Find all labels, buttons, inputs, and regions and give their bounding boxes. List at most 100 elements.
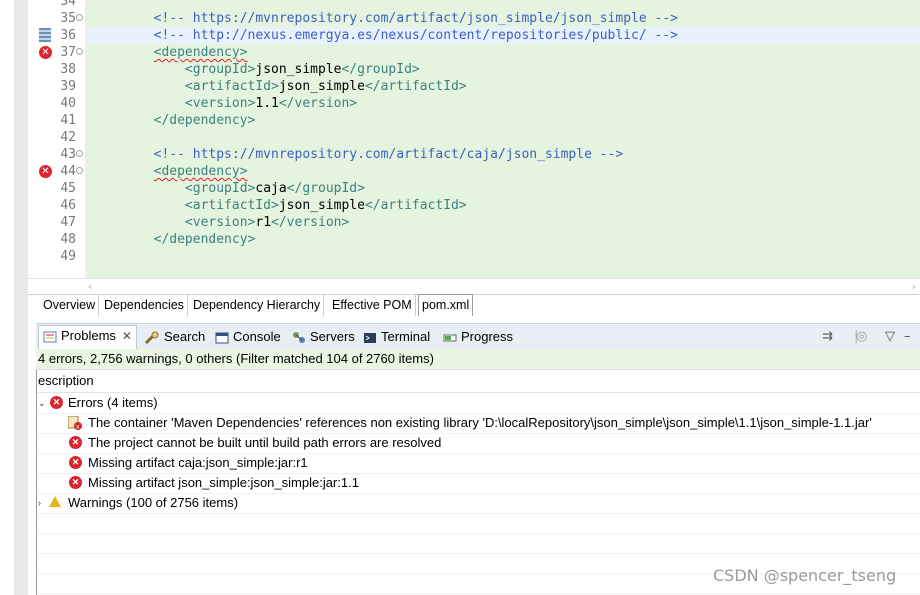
scroll-left-icon[interactable]: ‹ <box>88 279 92 295</box>
code-line[interactable]: 46 <artifactId>json_simple</artifactId> <box>28 197 920 214</box>
view-menu-icon[interactable]: ▽ <box>885 328 895 346</box>
code-text[interactable]: <groupId>caja</groupId> <box>85 180 920 197</box>
code-line[interactable]: 37 ✕ <dependency> <box>28 44 920 61</box>
line-number: 45 <box>60 181 76 196</box>
error-marker-icon[interactable]: ✕ <box>39 46 52 59</box>
fold-toggle-icon[interactable] <box>76 14 83 21</box>
code-line[interactable]: 43 <!-- https://mvnrepository.com/artifa… <box>28 146 920 163</box>
fold-toggle-icon[interactable] <box>76 48 83 55</box>
table-row[interactable]: x The container 'Maven Dependencies' ref… <box>37 413 920 434</box>
code-text[interactable]: <dependency> <box>85 44 920 61</box>
code-text[interactable]: <!-- https://mvnrepository.com/artifact/… <box>85 10 920 27</box>
error-item-text: The container 'Maven Dependencies' refer… <box>88 415 872 430</box>
tab-console[interactable]: Console <box>215 327 281 347</box>
problems-table[interactable]: escription ⌄ ✕ Errors (4 items) x The co… <box>36 370 920 595</box>
line-number: 48 <box>60 232 76 247</box>
expand-arrow-icon[interactable]: ⌄ <box>38 393 46 413</box>
table-row[interactable]: ✕ The project cannot be built until buil… <box>37 433 920 454</box>
code-text[interactable]: <!-- https://mvnrepository.com/artifact/… <box>85 146 920 163</box>
minimize-icon[interactable]: – <box>904 328 911 346</box>
scroll-right-icon[interactable]: › <box>912 279 916 295</box>
code-text[interactable]: <groupId>json_simple</groupId> <box>85 61 920 78</box>
code-text[interactable]: <artifactId>json_simple</artifactId> <box>85 197 920 214</box>
code-text[interactable]: </dependency> <box>85 112 920 129</box>
code-text[interactable]: <artifactId>json_simple</artifactId> <box>85 78 920 95</box>
code-line[interactable]: 48 </dependency> <box>28 231 920 248</box>
errors-group-row[interactable]: ⌄ ✕ Errors (4 items) <box>37 393 920 414</box>
column-header-description[interactable]: escription <box>37 370 920 393</box>
code-line[interactable]: 49 <box>28 248 920 265</box>
problems-summary: 4 errors, 2,756 warnings, 0 others (Filt… <box>36 349 920 370</box>
tab-problems-label: Problems <box>61 328 116 343</box>
tab-progress[interactable]: Progress <box>443 327 513 347</box>
view-separator <box>28 316 920 323</box>
servers-icon <box>293 331 305 343</box>
xml-editor[interactable]: 34 35 <!-- https://mvnrepository.com/arti… <box>28 0 920 278</box>
xml-text: json_simple <box>278 198 365 213</box>
code-text[interactable] <box>85 248 920 265</box>
line-number: 35 <box>60 11 76 26</box>
tab-servers[interactable]: Servers <box>292 327 355 347</box>
horizontal-scrollbar[interactable]: ‹ › <box>28 278 920 295</box>
code-line[interactable]: 39 <artifactId>json_simple</artifactId> <box>28 78 920 95</box>
tab-search[interactable]: Search <box>144 327 205 347</box>
code-text[interactable] <box>85 129 920 146</box>
code-line[interactable]: 40 <version>1.1</version> <box>28 95 920 112</box>
tab-effective-pom[interactable]: Effective POM <box>329 295 416 316</box>
tab-dependencies[interactable]: Dependencies <box>101 295 188 316</box>
code-line[interactable]: 41 </dependency> <box>28 112 920 129</box>
code-text[interactable]: <dependency> <box>85 163 920 180</box>
line-number: 34 <box>60 0 76 9</box>
view-tab-bar: Problems ✕ Search Console Servers Termina… <box>36 323 920 350</box>
library-error-icon: x <box>68 416 82 430</box>
tab-overview[interactable]: Overview <box>40 295 100 316</box>
xml-text: json_simple <box>278 79 365 94</box>
xml-tag: <version> <box>91 215 256 230</box>
table-row[interactable]: ✕ Missing artifact json_simple:json_simp… <box>37 473 920 494</box>
code-line[interactable]: 47 <version>r1</version> <box>28 214 920 231</box>
editor-page-tabs: Overview Dependencies Dependency Hierarc… <box>28 294 920 318</box>
code-text[interactable]: </dependency> <box>85 231 920 248</box>
xml-tag: <version> <box>91 96 256 111</box>
tab-pom-xml[interactable]: pom.xml <box>418 294 474 317</box>
tab-dependency-hierarchy[interactable]: Dependency Hierarchy <box>190 295 325 316</box>
table-row[interactable]: ✕ Missing artifact caja:json_simple:jar:… <box>37 453 920 474</box>
xml-tag: <dependency> <box>153 45 248 60</box>
code-text[interactable]: <version>r1</version> <box>85 214 920 231</box>
tab-progress-label: Progress <box>461 329 514 344</box>
filter-icon[interactable]: ⇉ <box>822 328 833 346</box>
xml-text: json_simple <box>255 62 342 77</box>
xml-tag <box>91 45 154 60</box>
focus-icon[interactable]: ◎ <box>856 328 867 346</box>
code-line[interactable]: 45 <groupId>caja</groupId> <box>28 180 920 197</box>
collapse-arrow-icon[interactable]: › <box>38 493 41 513</box>
error-item-text: Missing artifact json_simple:json_simple… <box>88 475 359 490</box>
line-number: 49 <box>60 249 76 264</box>
code-line[interactable]: 42 <box>28 129 920 146</box>
xml-tag: <groupId> <box>91 62 256 77</box>
problems-icon <box>43 331 57 343</box>
xml-tag: <artifactId> <box>91 198 279 213</box>
code-line[interactable]: 44 ✕ <dependency> <box>28 163 920 180</box>
fold-toggle-icon[interactable] <box>76 150 83 157</box>
search-icon <box>144 331 159 344</box>
code-line[interactable]: 35 <!-- https://mvnrepository.com/artifa… <box>28 10 920 27</box>
error-marker-icon[interactable]: ✕ <box>39 165 52 178</box>
tab-problems[interactable]: Problems ✕ <box>38 325 137 350</box>
code-line[interactable]: 38 <groupId>json_simple</groupId> <box>28 61 920 78</box>
xml-tag: <groupId> <box>91 181 256 196</box>
error-icon: ✕ <box>69 436 82 449</box>
close-icon[interactable]: ✕ <box>122 326 132 346</box>
code-text[interactable] <box>85 0 920 10</box>
code-text[interactable]: <version>1.1</version> <box>85 95 920 112</box>
xml-tag: </artifactId> <box>364 198 467 213</box>
warnings-group-row[interactable]: › Warnings (100 of 2756 items) <box>37 493 920 514</box>
code-line[interactable]: 34 <box>28 0 920 10</box>
fold-toggle-icon[interactable] <box>76 167 83 174</box>
code-line[interactable]: 36 <!-- http://nexus.emergya.es/nexus/co… <box>28 27 920 44</box>
tab-terminal[interactable]: Terminal <box>363 327 430 347</box>
line-number: 43 <box>60 147 76 162</box>
code-text[interactable]: <!-- http://nexus.emergya.es/nexus/conte… <box>85 27 920 44</box>
xml-tag: <dependency> <box>153 164 248 179</box>
xml-text: caja <box>255 181 287 196</box>
